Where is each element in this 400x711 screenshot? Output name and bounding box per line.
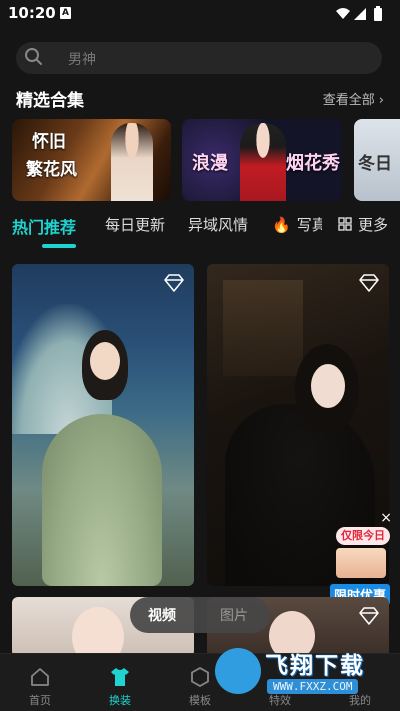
status-bar: 10:20 A [0,0,400,30]
site-watermark: 飞翔下载 WWW.FXXZ.COM [215,642,395,702]
feed-tile[interactable] [12,264,194,586]
signal-icon [354,8,366,20]
grid-icon [338,217,352,231]
tab-more-label: 更多 [358,216,389,234]
shirt-icon [111,668,129,686]
chevron-right-icon: › [378,93,384,108]
card-title: 冬日 [358,154,392,174]
tab-more[interactable]: 更多 [338,214,388,235]
diamond-icon [359,274,379,292]
card-photo [111,123,153,201]
nav-dressup[interactable]: 换装 [90,654,150,711]
tab-exotic[interactable]: 异域风情 [188,214,248,235]
watermark-url: WWW.FXXZ.COM [267,679,359,694]
status-time: 10:20 [8,4,56,22]
status-icons [336,6,382,21]
photo-background [223,280,303,376]
search-input[interactable]: 男神 [68,49,96,69]
card-title: 怀旧 [32,132,66,152]
photo-face [311,364,345,408]
collection-card[interactable]: 浪漫 烟花秀 [182,119,342,201]
gift-box-icon[interactable] [336,548,386,578]
search-icon [25,48,42,65]
category-tabs: 热门推荐 每日更新 异域风情 🔥 写真 更多 [0,214,400,248]
tab-portrait-label: 写真 [296,216,322,234]
photo-face [90,342,120,380]
home-icon [31,668,49,686]
diamond-icon [164,274,184,292]
promo-close-button[interactable]: × [380,510,392,526]
media-type-toggle: 视频 图片 [130,597,270,633]
tab-indicator [42,244,76,248]
diamond-icon [359,607,379,625]
tab-portrait[interactable]: 🔥 写真 [272,214,322,235]
battery-icon [374,8,382,21]
video-toggle-button[interactable]: 视频 [148,605,176,625]
watermark-title: 飞翔下载 [265,653,365,679]
view-all-link[interactable]: 查看全部 › [323,89,384,108]
template-icon [191,666,209,688]
card-subtitle: 烟花秀 [286,153,340,174]
photo-figure [42,414,162,586]
wifi-icon [336,8,350,19]
nav-home-label: 首页 [29,694,51,707]
tab-daily[interactable]: 每日更新 [105,214,165,235]
promo-tag[interactable]: 仅限今日 [336,527,390,545]
view-all-label: 查看全部 [322,93,375,108]
search-bar[interactable]: 男神 [16,42,382,74]
fire-icon: 🔥 [272,216,291,234]
card-subtitle: 繁花风 [26,160,77,180]
nav-dressup-label: 换装 [109,694,131,707]
tab-hot[interactable]: 热门推荐 [12,214,76,238]
featured-title: 精选合集 [16,91,84,111]
collection-card[interactable]: 怀旧 繁花风 [12,119,171,201]
card-photo [240,123,286,201]
collection-card[interactable]: 冬日 [354,119,400,201]
card-title: 浪漫 [192,153,228,174]
photo-face [72,607,124,657]
watermark-logo [215,648,261,694]
image-toggle-button[interactable]: 图片 [220,605,248,625]
nav-home[interactable]: 首页 [10,654,70,711]
notification-icon: A [60,7,71,19]
